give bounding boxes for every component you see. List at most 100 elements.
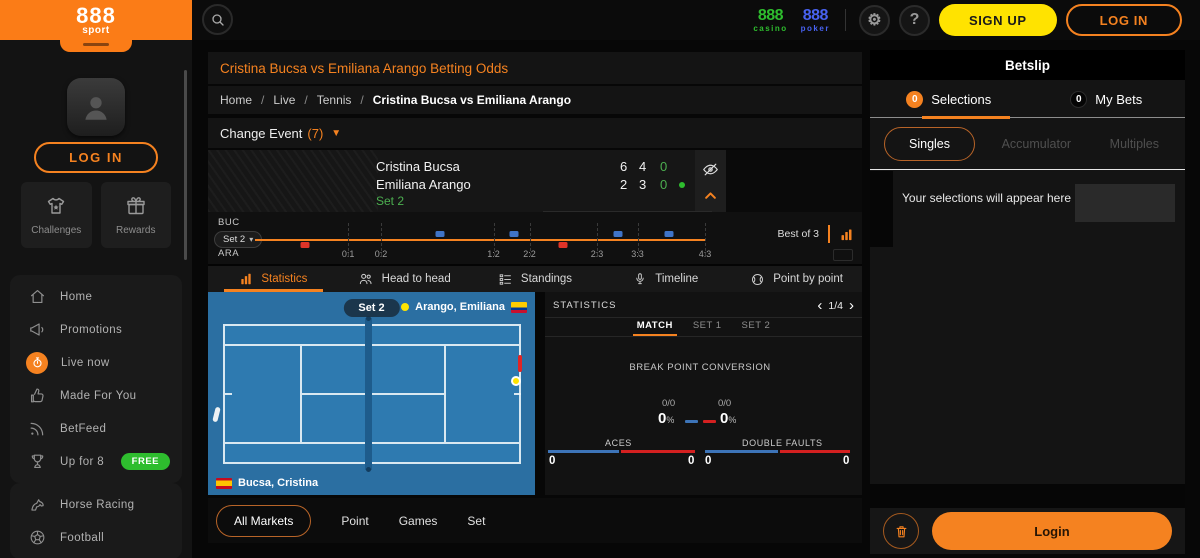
avatar[interactable] bbox=[67, 78, 125, 136]
bar-chart-icon[interactable] bbox=[839, 227, 854, 242]
settings-button[interactable]: ⚙ bbox=[859, 5, 890, 36]
selections-count-badge: 0 bbox=[906, 91, 923, 108]
statistics-panel: STATISTICS ‹ 1/4 › MATCH SET 1 SET 2 BRE… bbox=[545, 292, 862, 495]
bpc-p2-ratio: 0/0 bbox=[718, 398, 731, 409]
tab-head-to-head[interactable]: Head to head bbox=[339, 266, 470, 292]
megaphone-icon bbox=[28, 320, 47, 339]
market-games[interactable]: Games bbox=[399, 514, 438, 528]
timeline-score-label: 0:2 bbox=[375, 249, 388, 259]
double-faults-label: DOUBLE FAULTS bbox=[742, 438, 823, 448]
timeline-event-marker bbox=[665, 231, 674, 237]
p2-set1-score: 2 bbox=[620, 177, 627, 192]
app-root: 888 sport 888 casino 888 poker ⚙ ? bbox=[0, 0, 1200, 558]
market-all-markets[interactable]: All Markets bbox=[216, 505, 311, 537]
sidebar-item-made-for-you[interactable]: Made For You bbox=[10, 379, 182, 412]
collapse-chevron-icon[interactable] bbox=[703, 189, 718, 201]
home-icon bbox=[28, 287, 47, 306]
p1-set1-score: 6 bbox=[620, 159, 627, 174]
poker-logo[interactable]: 888 poker bbox=[799, 8, 832, 33]
nav-label: Live now bbox=[61, 357, 110, 369]
challenges-card[interactable]: Challenges bbox=[21, 182, 92, 248]
stats-tab-match[interactable]: MATCH bbox=[637, 320, 673, 336]
tab-statistics[interactable]: Statistics bbox=[208, 266, 339, 292]
betslip-login-button[interactable]: Login bbox=[932, 512, 1172, 550]
best-of-label: Best of 3 bbox=[778, 228, 819, 240]
tab-point-by-point[interactable]: Point by point bbox=[731, 266, 862, 292]
sidebar-item-betfeed[interactable]: BetFeed bbox=[10, 412, 182, 445]
sidebar-nav: Home Promotions Live now Made For You Be… bbox=[10, 275, 182, 483]
timeline-event-marker bbox=[509, 231, 518, 237]
tab-label: Point by point bbox=[773, 273, 843, 285]
spain-flag bbox=[216, 478, 232, 489]
free-badge: FREE bbox=[121, 453, 170, 470]
tab-timeline[interactable]: Timeline bbox=[600, 266, 731, 292]
df-bar-red bbox=[780, 450, 850, 453]
bpc-bar-blue bbox=[685, 420, 698, 423]
gift-icon bbox=[124, 194, 148, 218]
breadcrumb-current: Cristina Bucsa vs Emiliana Arango bbox=[351, 93, 571, 107]
clear-betslip-button[interactable] bbox=[883, 513, 919, 549]
help-button[interactable]: ? bbox=[899, 5, 930, 36]
change-event-dropdown[interactable]: Change Event (7) ▼ bbox=[208, 118, 862, 148]
sidebar-item-live-now[interactable]: Live now bbox=[10, 346, 182, 379]
pager-next-icon[interactable]: › bbox=[849, 298, 854, 313]
breadcrumb-home[interactable]: Home bbox=[220, 93, 252, 107]
tab-label: Standings bbox=[521, 273, 572, 285]
bpc-bar-red bbox=[703, 420, 716, 423]
pill-accumulator[interactable]: Accumulator bbox=[990, 137, 1083, 151]
help-icon: ? bbox=[910, 11, 920, 29]
tennis-ball-icon bbox=[750, 272, 765, 287]
aces-bar-red bbox=[621, 450, 695, 453]
poker-888: 888 bbox=[803, 8, 828, 24]
login-button-header[interactable]: LOG IN bbox=[1066, 4, 1182, 36]
search-button[interactable] bbox=[202, 4, 233, 35]
scoreboard-texture bbox=[208, 150, 378, 212]
colombia-flag bbox=[511, 302, 527, 313]
tab-my-bets[interactable]: 0 My Bets bbox=[1028, 80, 1186, 118]
search-icon bbox=[210, 12, 226, 28]
breadcrumb-tennis[interactable]: Tennis bbox=[295, 93, 351, 107]
rewards-card[interactable]: Rewards bbox=[101, 182, 172, 248]
p2-game-score: 0 bbox=[660, 177, 667, 192]
sidebar-item-promotions[interactable]: Promotions bbox=[10, 313, 182, 346]
sidebar-item-football[interactable]: Football bbox=[10, 521, 182, 554]
market-set[interactable]: Set bbox=[467, 514, 485, 528]
tab-selections[interactable]: 0 Selections bbox=[870, 80, 1028, 118]
stats-tab-set2[interactable]: SET 2 bbox=[742, 320, 771, 336]
sidebar-item-home[interactable]: Home bbox=[10, 280, 182, 313]
stats-tab-set1[interactable]: SET 1 bbox=[693, 320, 722, 336]
breadcrumb-live[interactable]: Live bbox=[252, 93, 295, 107]
player2-name: Emiliana Arango bbox=[376, 177, 471, 192]
market-filters: All Markets Point Games Set bbox=[208, 498, 862, 543]
betslip-gap bbox=[870, 484, 1185, 508]
top-right-cluster: 888 casino 888 poker ⚙ ? SIGN UP LOG IN bbox=[751, 0, 1182, 40]
pill-multiples[interactable]: Multiples bbox=[1098, 137, 1171, 151]
pill-singles[interactable]: Singles bbox=[884, 127, 975, 161]
standings-icon bbox=[498, 272, 513, 287]
empty-selections-message: Your selections will appear here bbox=[902, 191, 1071, 205]
sidebar-scrollbar[interactable] bbox=[184, 70, 187, 260]
casino-logo[interactable]: 888 casino bbox=[751, 8, 789, 33]
set-selector-value: Set 2 bbox=[223, 234, 245, 245]
aces-p1-value: 0 bbox=[549, 455, 555, 467]
sidebar-item-horse-racing[interactable]: Horse Racing bbox=[10, 488, 182, 521]
singles-line-bottom bbox=[225, 442, 519, 444]
timeline-event-marker bbox=[614, 231, 623, 237]
pager-prev-icon[interactable]: ‹ bbox=[817, 298, 822, 313]
brand-sport: sport bbox=[82, 25, 110, 36]
page-title: Cristina Bucsa vs Emiliana Arango Bettin… bbox=[220, 61, 508, 76]
header-divider bbox=[845, 9, 846, 31]
rewards-label: Rewards bbox=[116, 225, 155, 236]
brand-logo[interactable]: 888 sport bbox=[0, 0, 192, 40]
court-player-bottom: Bucsa, Cristina bbox=[216, 477, 318, 489]
sidebar-login-button[interactable]: LOG IN bbox=[34, 142, 158, 173]
sign-up-label: SIGN UP bbox=[969, 13, 1027, 28]
microphone-icon bbox=[633, 272, 647, 286]
logo-notch bbox=[60, 40, 132, 52]
sidebar-cards: Challenges Rewards bbox=[21, 182, 171, 248]
eye-slash-icon[interactable] bbox=[702, 161, 719, 178]
market-point[interactable]: Point bbox=[341, 514, 368, 528]
sign-up-button[interactable]: SIGN UP bbox=[939, 4, 1057, 36]
tab-standings[interactable]: Standings bbox=[470, 266, 601, 292]
sidebar-item-up-for-8[interactable]: Up for 8 FREE bbox=[10, 445, 182, 478]
